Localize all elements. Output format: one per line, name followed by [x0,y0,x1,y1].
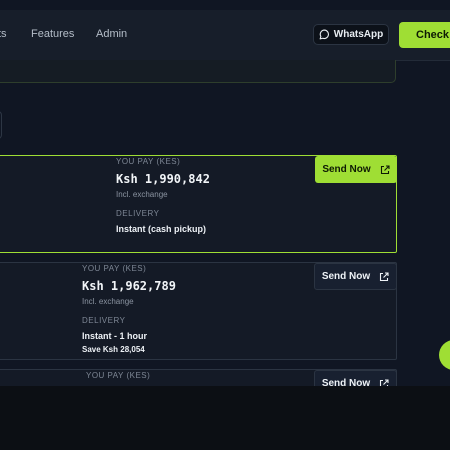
app-window: ts Features Admin WhatsApp Check R YOU P… [0,0,450,386]
delivery-label: DELIVERY [116,209,160,218]
external-link-icon [380,164,390,174]
send-now-button[interactable]: Send Now [315,156,397,183]
summary-strip [0,60,396,83]
savings-text: Save Ksh 28,054 [82,345,145,354]
send-now-label: Send Now [321,378,371,386]
exchange-note: Incl. exchange [116,190,168,199]
exchange-note: Incl. exchange [82,297,134,306]
check-rates-button[interactable]: Check R [399,22,450,48]
you-pay-amount: Ksh 1,990,842 [116,172,210,186]
send-now-label: Send Now [322,164,371,175]
nav-link-partial[interactable]: ts [0,28,7,40]
top-navbar: ts Features Admin WhatsApp Check R [0,10,450,61]
you-pay-label: YOU PAY (KES) [116,157,181,166]
whatsapp-label: WhatsApp [333,29,384,40]
floating-chat-button[interactable] [439,340,450,370]
offer-card: YOU PAY (KES) Send Now [0,369,397,386]
delivery-value: Instant (cash pickup) [116,224,207,234]
nav-link-admin[interactable]: Admin [96,28,127,40]
send-now-label: Send Now [321,271,371,282]
external-link-icon [380,271,389,281]
external-link-icon [380,378,389,386]
collapsed-control[interactable] [0,111,2,139]
send-now-button[interactable]: Send Now [314,263,397,290]
delivery-label: DELIVERY [82,316,126,325]
you-pay-label: YOU PAY (KES) [86,371,151,380]
offer-card-best: YOU PAY (KES) Ksh 1,990,842 Incl. exchan… [0,155,397,253]
offer-card: YOU PAY (KES) Ksh 1,962,789 Incl. exchan… [0,262,397,360]
whatsapp-button[interactable]: WhatsApp [313,24,389,45]
nav-link-features[interactable]: Features [31,28,74,40]
send-now-button[interactable]: Send Now [314,370,397,386]
delivery-value: Instant - 1 hour [82,331,147,341]
you-pay-amount: Ksh 1,962,789 [82,279,176,293]
you-pay-label: YOU PAY (KES) [82,264,147,273]
chat-bubble-icon [319,29,329,40]
